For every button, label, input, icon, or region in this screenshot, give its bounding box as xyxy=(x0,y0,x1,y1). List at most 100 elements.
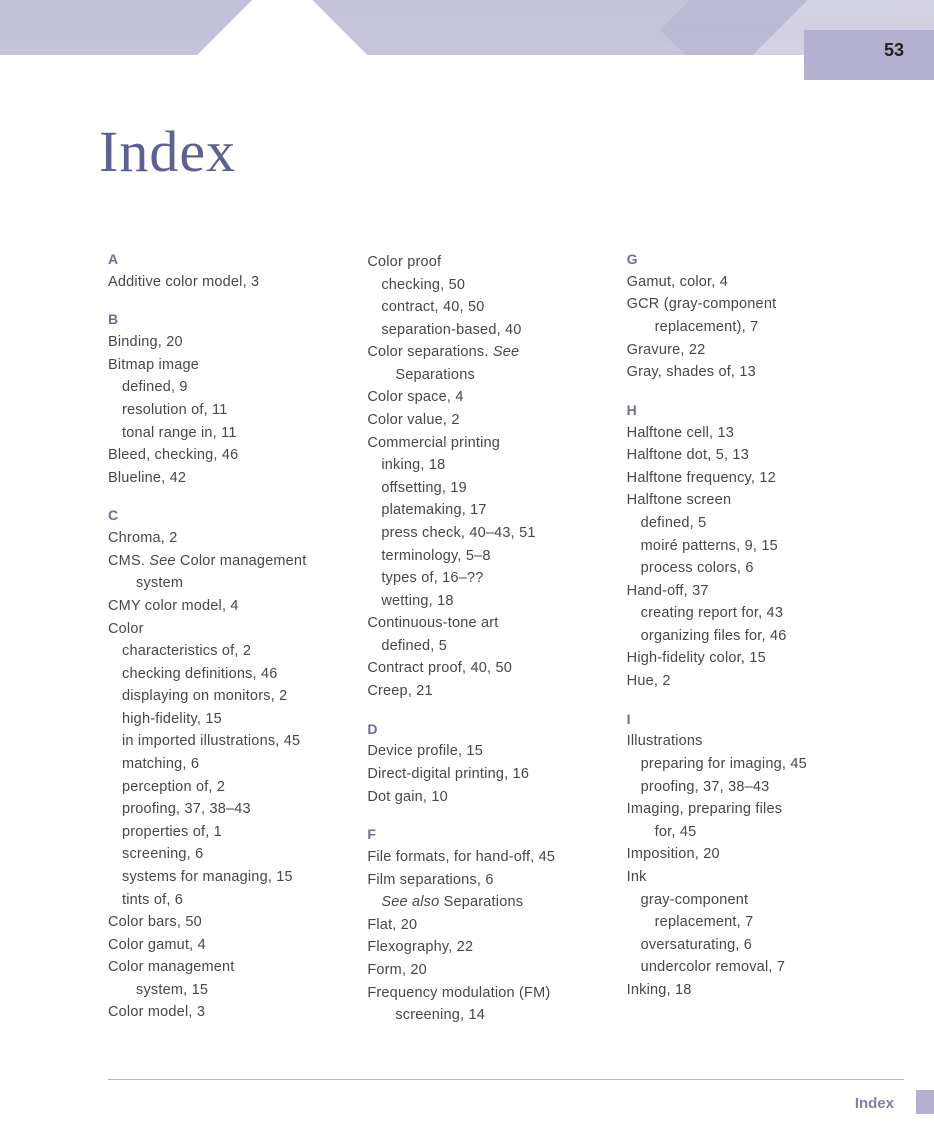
index-letter: B xyxy=(108,310,339,330)
index-entry: Color proof xyxy=(367,252,598,273)
index-entry: Halftone screen xyxy=(627,490,858,511)
index-entry: Hand-off, 37 xyxy=(627,581,858,602)
index-entry: Imaging, preparing files xyxy=(627,799,858,820)
index-entry: system xyxy=(108,573,339,594)
index-entry: Imposition, 20 xyxy=(627,844,858,865)
index-entry: tints of, 6 xyxy=(108,890,339,911)
footer-tab xyxy=(916,1090,934,1114)
index-entry: resolution of, 11 xyxy=(108,400,339,421)
index-entry: replacement, 7 xyxy=(627,912,858,933)
index-entry: Gamut, color, 4 xyxy=(627,272,858,293)
index-entry: for, 45 xyxy=(627,822,858,843)
index-letter: A xyxy=(108,250,339,270)
index-entry: defined, 5 xyxy=(367,636,598,657)
index-entry: gray-component xyxy=(627,890,858,911)
footer-rule xyxy=(108,1079,904,1080)
decorative-banner xyxy=(0,0,934,80)
index-entry: press check, 40–43, 51 xyxy=(367,523,598,544)
page-title: Index xyxy=(99,118,236,185)
index-entry: Flexography, 22 xyxy=(367,937,598,958)
index-entry: proofing, 37, 38–43 xyxy=(108,799,339,820)
index-entry: systems for managing, 15 xyxy=(108,867,339,888)
index-entry: system, 15 xyxy=(108,980,339,1001)
index-entry: Color separations. See xyxy=(367,342,598,363)
index-entry: Dot gain, 10 xyxy=(367,787,598,808)
index-entry: CMY color model, 4 xyxy=(108,596,339,617)
index-entry: See also Separations xyxy=(367,892,598,913)
index-letter: H xyxy=(627,401,858,421)
index-entry: Continuous-tone art xyxy=(367,613,598,634)
index-columns: AAdditive color model, 3BBinding, 20Bitm… xyxy=(108,250,858,1026)
index-column-2: Color proofchecking, 50contract, 40, 50s… xyxy=(367,250,598,1026)
index-entry: Form, 20 xyxy=(367,960,598,981)
index-entry: defined, 9 xyxy=(108,377,339,398)
index-entry: Inking, 18 xyxy=(627,980,858,1001)
index-entry: screening, 14 xyxy=(367,1005,598,1026)
index-entry: characteristics of, 2 xyxy=(108,641,339,662)
index-entry: Halftone dot, 5, 13 xyxy=(627,445,858,466)
page-tab xyxy=(804,30,934,80)
index-entry: oversaturating, 6 xyxy=(627,935,858,956)
index-entry: Halftone cell, 13 xyxy=(627,423,858,444)
index-entry: high-fidelity, 15 xyxy=(108,709,339,730)
index-entry: Color bars, 50 xyxy=(108,912,339,933)
index-entry: Direct-digital printing, 16 xyxy=(367,764,598,785)
index-entry: replacement), 7 xyxy=(627,317,858,338)
index-entry: perception of, 2 xyxy=(108,777,339,798)
index-entry: wetting, 18 xyxy=(367,591,598,612)
index-entry: Device profile, 15 xyxy=(367,741,598,762)
index-entry: Color model, 3 xyxy=(108,1002,339,1023)
index-entry: Color value, 2 xyxy=(367,410,598,431)
index-entry: types of, 16–?? xyxy=(367,568,598,589)
index-entry: organizing files for, 46 xyxy=(627,626,858,647)
index-letter: G xyxy=(627,250,858,270)
index-letter: D xyxy=(367,720,598,740)
index-entry: Contract proof, 40, 50 xyxy=(367,658,598,679)
index-entry: preparing for imaging, 45 xyxy=(627,754,858,775)
index-entry: proofing, 37, 38–43 xyxy=(627,777,858,798)
index-entry: Bleed, checking, 46 xyxy=(108,445,339,466)
index-entry: Gray, shades of, 13 xyxy=(627,362,858,383)
index-letter: C xyxy=(108,506,339,526)
page-number: 53 xyxy=(884,40,904,61)
index-entry: terminology, 5–8 xyxy=(367,546,598,567)
index-entry: Film separations, 6 xyxy=(367,870,598,891)
index-entry: process colors, 6 xyxy=(627,558,858,579)
index-entry: displaying on monitors, 2 xyxy=(108,686,339,707)
index-entry: inking, 18 xyxy=(367,455,598,476)
index-entry: checking, 50 xyxy=(367,275,598,296)
index-entry: CMS. See Color management xyxy=(108,551,339,572)
footer-label: Index xyxy=(855,1095,894,1112)
index-column-1: AAdditive color model, 3BBinding, 20Bitm… xyxy=(108,250,339,1026)
index-entry: Illustrations xyxy=(627,731,858,752)
index-entry: contract, 40, 50 xyxy=(367,297,598,318)
index-entry: Color management xyxy=(108,957,339,978)
index-entry: Chroma, 2 xyxy=(108,528,339,549)
index-entry: Flat, 20 xyxy=(367,915,598,936)
index-entry: creating report for, 43 xyxy=(627,603,858,624)
index-entry: Blueline, 42 xyxy=(108,468,339,489)
index-entry: separation-based, 40 xyxy=(367,320,598,341)
index-entry: Halftone frequency, 12 xyxy=(627,468,858,489)
index-letter: I xyxy=(627,710,858,730)
index-entry: offsetting, 19 xyxy=(367,478,598,499)
index-entry: Binding, 20 xyxy=(108,332,339,353)
index-entry: Gravure, 22 xyxy=(627,340,858,361)
index-entry: Ink xyxy=(627,867,858,888)
index-entry: Color gamut, 4 xyxy=(108,935,339,956)
index-entry: defined, 5 xyxy=(627,513,858,534)
index-entry: Creep, 21 xyxy=(367,681,598,702)
index-entry: Color xyxy=(108,619,339,640)
index-entry: Frequency modulation (FM) xyxy=(367,983,598,1004)
index-letter: F xyxy=(367,825,598,845)
index-entry: Separations xyxy=(367,365,598,386)
index-entry: High-fidelity color, 15 xyxy=(627,648,858,669)
index-entry: GCR (gray-component xyxy=(627,294,858,315)
index-entry: platemaking, 17 xyxy=(367,500,598,521)
index-entry: screening, 6 xyxy=(108,844,339,865)
index-column-3: GGamut, color, 4GCR (gray-componentrepla… xyxy=(627,250,858,1026)
index-entry: Commercial printing xyxy=(367,433,598,454)
index-entry: moiré patterns, 9, 15 xyxy=(627,536,858,557)
index-entry: tonal range in, 11 xyxy=(108,423,339,444)
index-entry: Hue, 2 xyxy=(627,671,858,692)
